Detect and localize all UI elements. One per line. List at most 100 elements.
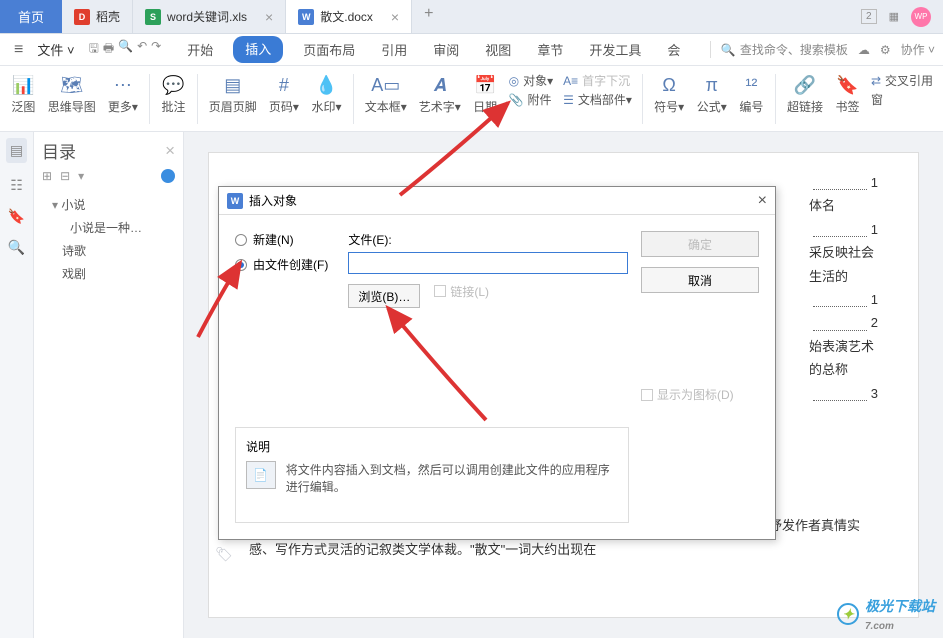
explain-head: 说明 [246, 438, 618, 455]
menu-file[interactable]: 文件 ˅ [31, 38, 80, 61]
settings-icon[interactable]: ▾ [78, 169, 84, 183]
share-icon[interactable]: ⚙ [880, 43, 891, 57]
close-icon[interactable]: × [758, 192, 767, 210]
menu-chapter[interactable]: 章节 [531, 36, 569, 63]
link-checkbox[interactable]: 链接(L) [434, 283, 489, 300]
side-search-icon[interactable]: 🔍 [8, 239, 25, 256]
rb-chart[interactable]: 📊泛图 [6, 70, 41, 117]
rb-more[interactable]: ⋯更多▾ [103, 70, 144, 117]
menu-ref[interactable]: 引用 [375, 36, 413, 63]
rb-textbox[interactable]: A▭文本框▾ [360, 70, 412, 117]
print-icon[interactable]: 🖶 [103, 39, 114, 60]
divider [197, 74, 198, 124]
close-icon[interactable]: × [165, 141, 175, 161]
rb-symbol[interactable]: Ω符号▾ [649, 70, 690, 117]
collab-button[interactable]: 协作 ˅ [901, 41, 935, 58]
file-input[interactable] [348, 252, 628, 274]
navpanel: 目录 × ⊞ ⊟ ▾ 小说 小说是一种… 诗歌 戏剧 [34, 132, 184, 638]
opt-fromfile[interactable]: 由文件创建(F) [235, 256, 328, 273]
rb-dropcap[interactable]: A≡首字下沉 [563, 72, 632, 89]
ribbon: 📊泛图 🗺思维导图 ⋯更多▾ 💬批注 ▤页眉页脚 #页码▾ 💧水印▾ A▭文本框… [0, 66, 943, 132]
close-icon[interactable]: × [265, 9, 273, 25]
tab-daoke[interactable]: D 稻壳 [62, 0, 133, 33]
tab-docx-active[interactable]: W 散文.docx × [286, 0, 412, 33]
side-nav-icon[interactable]: ☷ [10, 177, 23, 194]
watermark-sub: 7.com [865, 621, 894, 632]
menu-devtools[interactable]: 开发工具 [583, 36, 647, 63]
apps-icon[interactable]: ▦ [889, 10, 899, 23]
rb-parts[interactable]: ☰文档部件▾ [563, 91, 632, 108]
rb-pagenum[interactable]: #页码▾ [264, 70, 305, 117]
rb-object[interactable]: ◎对象▾ [509, 72, 554, 89]
menu-view[interactable]: 视图 [479, 36, 517, 63]
sidestrip: ▤ ☷ 🔖 🔍 [0, 132, 34, 638]
rb-date[interactable]: 📅日期 [468, 70, 503, 117]
divider [642, 74, 643, 124]
rb-attach[interactable]: 📎附件 [509, 91, 554, 108]
rb-mindmap[interactable]: 🗺思维导图 [43, 70, 101, 117]
expand-icon[interactable]: ⊞ [42, 169, 52, 183]
tab-label: 稻壳 [96, 8, 120, 25]
crossref-icon: ⇄ [871, 74, 881, 88]
ok-button[interactable]: 确定 [641, 231, 759, 257]
save-icon[interactable]: 🖫 [89, 39, 99, 60]
explain-text: 将文件内容插入到文档，然后可以调用创建此文件的应用程序进行编辑。 [286, 461, 618, 495]
dropcap-icon: A≡ [563, 74, 578, 88]
side-bookmark-icon[interactable]: 🔖 [8, 208, 25, 225]
rb-watermark[interactable]: 💧水印▾ [306, 70, 347, 117]
sync-icon[interactable]: ☁ [858, 43, 870, 57]
sync-dot-icon[interactable] [161, 169, 175, 183]
rb-bookmark[interactable]: 🔖书签 [830, 70, 865, 117]
tab-label: 散文.docx [320, 8, 373, 25]
preview-icon[interactable]: 🔍 [118, 39, 133, 60]
rb-number[interactable]: ¹²编号 [734, 70, 769, 117]
menu-more[interactable]: 会 [661, 36, 686, 63]
toc-line: 1 [809, 218, 878, 241]
dialog-titlebar[interactable]: W 插入对象 × [219, 187, 775, 215]
tab-xls[interactable]: S word关键词.xls × [133, 0, 286, 33]
close-icon[interactable]: × [391, 9, 399, 25]
asicon-checkbox[interactable]: 显示为图标(D) [641, 386, 759, 403]
xls-icon: S [145, 9, 161, 25]
menu-layout[interactable]: 页面布局 [297, 36, 361, 63]
side-outline-icon[interactable]: ▤ [6, 138, 27, 163]
parts-icon: ☰ [563, 93, 574, 107]
rb-hyperlink[interactable]: 🔗超链接 [782, 70, 828, 117]
rb-window[interactable]: 窗 [871, 91, 933, 108]
rb-crossref[interactable]: ⇄交叉引用 [871, 72, 933, 89]
rb-headerfooter[interactable]: ▤页眉页脚 [204, 70, 262, 117]
menu-start[interactable]: 开始 [181, 36, 219, 63]
radio-icon[interactable] [235, 234, 247, 246]
cancel-button[interactable]: 取消 [641, 267, 759, 293]
avatar[interactable]: WP [911, 7, 931, 27]
undo-icon[interactable]: ↶ [137, 39, 147, 60]
nav-item-novel-sub[interactable]: 小说是一种… [42, 216, 175, 239]
tab-home[interactable]: 首页 [0, 0, 62, 33]
attach-icon: 📎 [509, 93, 524, 107]
menu-insert[interactable]: 插入 [233, 36, 283, 63]
tag-icon[interactable]: 🏷 [215, 542, 233, 567]
rb-crossref-col: ⇄交叉引用 窗 [867, 70, 937, 110]
rb-wordart[interactable]: 𝑨艺术字▾ [414, 70, 466, 117]
search-commands[interactable]: 🔍 查找命令、搜索模板 [710, 41, 848, 58]
radio-icon[interactable] [235, 259, 247, 271]
rb-equation[interactable]: π公式▾ [691, 70, 732, 117]
menubar: ≡ 文件 ˅ 🖫 🖶 🔍 ↶ ↷ 开始 插入 页面布局 引用 审阅 视图 章节 … [0, 34, 943, 66]
watermark-text: 极光下载站 [865, 598, 935, 614]
hamburger-icon[interactable]: ≡ [8, 39, 29, 61]
redo-icon[interactable]: ↷ [151, 39, 161, 60]
browse-button[interactable]: 浏览(B)… [348, 284, 420, 308]
nav-item-poem[interactable]: 诗歌 [42, 239, 175, 262]
globe-icon: ✦ [837, 603, 859, 625]
collapse-icon[interactable]: ⊟ [60, 169, 70, 183]
toc-line: 3 [809, 382, 878, 405]
rb-comment[interactable]: 💬批注 [156, 70, 191, 117]
nav-item-novel[interactable]: 小说 [42, 193, 175, 216]
menu-review[interactable]: 审阅 [427, 36, 465, 63]
nav-title: 目录 [42, 138, 76, 163]
tab-add[interactable]: + [412, 0, 445, 33]
file-label: 文件(E): [348, 231, 628, 248]
nav-item-drama[interactable]: 戏剧 [42, 262, 175, 285]
opt-new[interactable]: 新建(N) [235, 231, 328, 248]
badge[interactable]: 2 [861, 9, 877, 24]
